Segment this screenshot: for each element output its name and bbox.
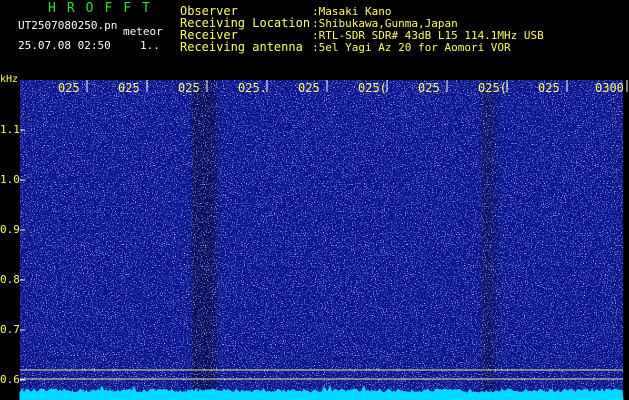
- hrofft-screenshot: HROFFT UT2507080250.pn meteor 25.07.08 0…: [0, 0, 629, 400]
- counter-label: 1..: [140, 39, 160, 52]
- y-tick-label: 1.0: [0, 173, 20, 186]
- y-tick-label: 1.1: [0, 123, 20, 136]
- y-tick-label: 0.7: [0, 323, 20, 336]
- x-tick-label: 025: [298, 81, 320, 95]
- filename-label: UT2507080250.pn: [18, 19, 118, 32]
- y-axis-label: kHz: [0, 74, 19, 85]
- timestamp-label: 25.07.08 02:50: [18, 39, 111, 52]
- x-tick-label: 025(: [358, 81, 387, 95]
- x-tick-label: 025: [538, 81, 560, 95]
- x-tick-label: 025: [58, 81, 80, 95]
- x-tick-label: 025(: [478, 81, 507, 95]
- x-tick-label: 025: [418, 81, 440, 95]
- x-tick-label: 025: [178, 81, 200, 95]
- y-tick-label: 0.6: [0, 373, 20, 386]
- antenna-value: :5el Yagi Az 20 for Aomori VOR: [312, 41, 511, 54]
- x-tick-label: 0300: [595, 81, 624, 95]
- spectrogram-noise: [20, 80, 623, 400]
- y-tick-label: 0.8: [0, 273, 20, 286]
- y-tick-label: 0.9: [0, 223, 20, 236]
- spectrogram-graph: [19, 80, 628, 400]
- meteor-label: meteor: [123, 25, 163, 38]
- x-tick-label: 025.: [238, 81, 267, 95]
- antenna-label: Receiving antenna: [180, 40, 303, 54]
- x-tick-label: 025: [118, 81, 140, 95]
- app-title: HROFFT: [48, 1, 161, 16]
